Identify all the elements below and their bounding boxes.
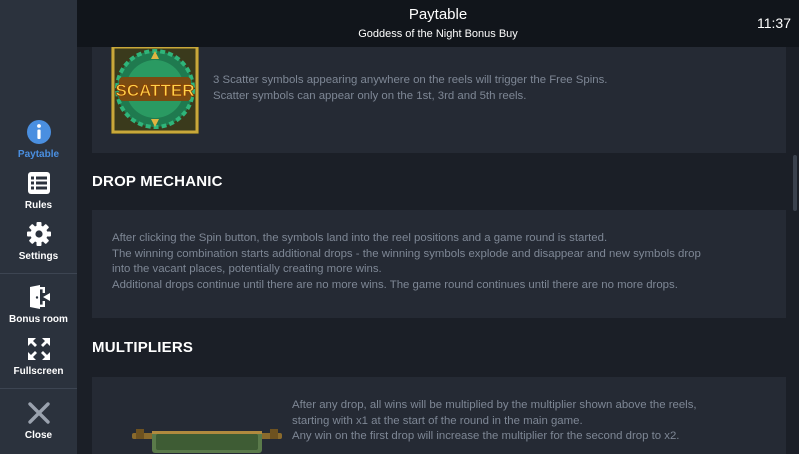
scatter-symbol-image: SCATTER [111, 47, 199, 134]
multipliers-description: After any drop, all wins will be multipl… [292, 398, 697, 445]
sidebar-item-label: Rules [24, 200, 53, 211]
info-icon [26, 120, 51, 144]
sidebar-item-label: Fullscreen [13, 366, 64, 377]
sidebar-item-label: Bonus room [9, 314, 68, 325]
close-button[interactable]: Close [0, 400, 77, 441]
scatter-symbol-label: SCATTER [115, 81, 194, 100]
paytable-screen: Paytable Rules Settings Bonus room Fulls… [0, 0, 799, 454]
expand-icon [27, 338, 50, 360]
sidebar-item-settings[interactable]: Settings [0, 221, 77, 262]
drop-mechanic-description: After clicking the Spin button, the symb… [112, 231, 701, 293]
multipliers-card: After any drop, all wins will be multipl… [92, 377, 786, 454]
gear-icon [26, 222, 51, 246]
scrollbar-thumb[interactable] [793, 155, 797, 211]
sidebar-item-paytable[interactable]: Paytable [0, 119, 77, 160]
game-title: Goddess of the Night Bonus Buy [358, 28, 518, 40]
close-icon [27, 402, 50, 424]
clock: 11:37 [757, 15, 791, 31]
header: Paytable Goddess of the Night Bonus Buy … [77, 0, 799, 47]
multiplier-frame-image [132, 429, 282, 453]
sidebar-item-bonus-room[interactable]: Bonus room [0, 284, 77, 325]
sidebar-item-label: Paytable [17, 149, 60, 160]
sidebar: Paytable Rules Settings Bonus room Fulls… [0, 0, 77, 454]
paytable-content[interactable]: SCATTER 3 Scatter symbols appearing anyw… [77, 47, 799, 454]
page-title: Paytable [408, 6, 468, 23]
scatter-card: SCATTER 3 Scatter symbols appearing anyw… [92, 47, 786, 153]
scatter-description: 3 Scatter symbols appearing anywhere on … [213, 73, 607, 104]
multipliers-line: Any win on the first drop will increase … [292, 430, 680, 443]
sidebar-divider [0, 388, 77, 389]
sidebar-item-fullscreen[interactable]: Fullscreen [0, 336, 77, 377]
scatter-line: 3 Scatter symbols appearing anywhere on … [213, 74, 608, 86]
sidebar-item-rules[interactable]: Rules [0, 170, 77, 211]
scatter-line: Scatter symbols can appear only on the 1… [213, 89, 527, 102]
multipliers-heading: MULTIPLIERS [92, 339, 194, 356]
drop-mechanic-line: The winning combination starts additiona… [112, 247, 701, 260]
drop-mechanic-line: Additional drops continue until there ar… [112, 278, 678, 291]
drop-mechanic-line: After clicking the Spin button, the symb… [112, 232, 608, 244]
drop-mechanic-card: After clicking the Spin button, the symb… [92, 210, 786, 318]
sidebar-item-label: Settings [18, 251, 59, 262]
multipliers-line: After any drop, all wins will be multipl… [292, 399, 697, 411]
drop-mechanic-heading: DROP MECHANIC [92, 173, 223, 190]
list-icon [27, 172, 50, 194]
sidebar-divider [0, 273, 77, 274]
door-exit-icon [29, 285, 50, 309]
drop-mechanic-line: into the vacant places, potentially crea… [112, 263, 382, 276]
multipliers-line: starting with x1 at the start of the rou… [292, 414, 583, 427]
sidebar-item-label: Close [24, 430, 53, 441]
